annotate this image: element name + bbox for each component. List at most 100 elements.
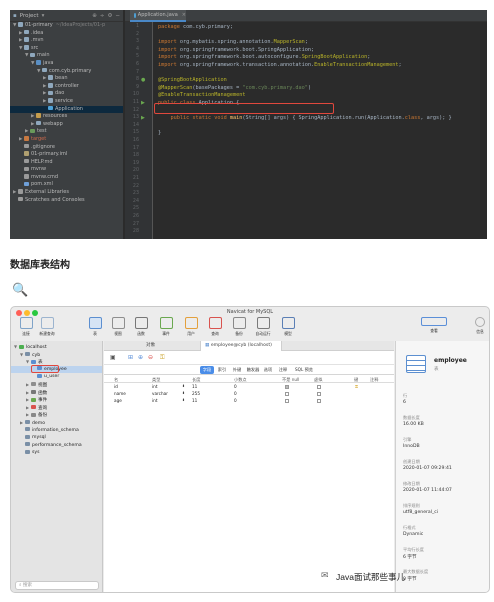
run-gutter-icon[interactable]: ▶ [141,100,145,106]
field-type-cell[interactable]: int [152,383,157,390]
tree-item[interactable]: ▼ java [10,60,123,68]
connection-tree-item[interactable]: mysql [11,434,102,442]
add-field-icon[interactable]: ⊞ [128,354,133,361]
type-stepper[interactable]: ⬍ [182,390,185,397]
main-tab[interactable]: ▦ employee@cyb (localhost) [200,341,282,351]
new-query-toolbar-button[interactable]: 新建查询 [38,317,56,337]
designer-subtab[interactable]: 注释 [277,366,289,374]
connection-tree-item[interactable]: u_user [11,373,102,381]
field-length-cell[interactable]: 255 [192,390,200,397]
type-stepper[interactable]: ⬍ [182,397,185,404]
tree-item[interactable]: mvnw.cmd [10,174,123,182]
delete-field-icon[interactable]: ⊖ [148,354,153,361]
query-toolbar-button[interactable]: 查询 [206,317,224,337]
designer-subtab[interactable]: 字段 [200,366,214,374]
virtual-checkbox[interactable] [317,397,321,404]
tree-item[interactable]: ▶ test [10,128,123,136]
minus-icon[interactable]: − [115,13,120,19]
connection-tree-item[interactable]: ▶ 函数 [11,389,102,397]
connection-tree-item[interactable]: sys [11,449,102,457]
not-null-checkbox[interactable] [285,397,289,404]
target-icon[interactable]: ⊕ [92,13,97,19]
field-length-cell[interactable]: 11 [192,397,197,404]
tree-item[interactable]: .gitignore [10,144,123,152]
field-name-cell[interactable]: age [114,397,122,404]
sidebar-search-input[interactable]: ⌕ 搜索 [15,581,99,590]
field-decimal-cell[interactable]: 0 [234,397,237,404]
virtual-checkbox[interactable] [317,383,321,390]
field-row[interactable]: age int ⬍ 11 0 [104,397,394,404]
view-toggle-toolbar-button[interactable]: 查看 [419,317,449,334]
model-toolbar-button[interactable]: 模型 [279,317,297,337]
event-toolbar-button[interactable]: 事件 [157,317,175,337]
field-row[interactable]: name varchar ⬍ 255 0 [104,390,394,397]
split-icon[interactable]: ÷ [100,13,105,19]
bean-gutter-icon[interactable]: ● [141,77,145,83]
field-type-cell[interactable]: int [152,397,157,404]
designer-subtab[interactable]: 选项 [262,366,274,374]
tree-item[interactable]: HELP.md [10,159,123,167]
designer-subtab[interactable]: SQL 预览 [292,366,316,374]
connection-tree-item[interactable]: ▼ cyb [11,351,102,359]
tab-application-java[interactable]: Application.java × [130,10,186,22]
user-toolbar-button[interactable]: 用户 [182,317,200,337]
tree-item[interactable]: ▼ main [10,52,123,60]
connection-tree-item[interactable]: ▶ 视图 [11,381,102,389]
code-editor[interactable]: Application.java × 1 2 3 4 5 6 7 8 9 10 11 12 13 14 15… [125,10,487,239]
dropdown-icon[interactable]: ▾ [42,13,45,19]
field-decimal-cell[interactable]: 0 [234,390,237,397]
tree-item[interactable]: ▼ 01-primary ~/IdeaProjects/01-p [10,22,123,30]
tree-item[interactable]: pom.xml [10,181,123,189]
designer-subtab[interactable]: 索引 [216,366,228,374]
project-view-label[interactable]: Project [20,13,39,19]
tree-item[interactable]: ▼ src [10,45,123,53]
tree-item[interactable]: Application [10,105,123,114]
tree-item[interactable]: ▶ dao [10,90,123,98]
tree-item[interactable]: 01-primary.iml [10,151,123,159]
automation-toolbar-button[interactable]: 自动运行 [254,317,272,337]
not-null-checkbox[interactable] [285,390,289,397]
tree-item[interactable]: ▶ resources [10,113,123,121]
connection-tree-item[interactable]: employee [11,365,102,374]
view-toolbar-button[interactable]: 视图 [109,317,127,337]
tree-item[interactable]: ▶ target [10,136,123,144]
function-toolbar-button[interactable]: 函数 [132,317,150,337]
insert-field-icon[interactable]: ⊕ [138,354,143,361]
primary-key-icon[interactable]: ⚿ [160,354,165,362]
connection-tree-item[interactable]: ▼ localhost [11,343,102,351]
table-toolbar-button[interactable]: 表 [86,317,104,337]
connection-tree-item[interactable]: ▶ demo [11,419,102,427]
designer-subtab[interactable]: 外键 [231,366,243,374]
backup-toolbar-button[interactable]: 备份 [230,317,248,337]
virtual-checkbox[interactable] [317,390,321,397]
field-name-cell[interactable]: id [114,383,118,390]
type-stepper[interactable]: ⬍ [182,383,185,390]
field-decimal-cell[interactable]: 0 [234,383,237,390]
close-icon[interactable]: × [182,12,186,18]
not-null-checkbox[interactable] [285,383,289,390]
tree-item[interactable]: ▶ controller [10,83,123,91]
connection-tree-item[interactable]: performance_schema [11,442,102,450]
field-row[interactable]: id int ⬍ 11 0 ⚿ [104,383,394,390]
main-tab[interactable]: 对象 [142,341,159,351]
tree-item[interactable]: ▶ webapp [10,121,123,129]
project-panel-header[interactable]: ▪ Project ▾ ⊕ ÷ ⚙ − [10,10,123,22]
field-name-cell[interactable]: name [114,390,126,397]
tree-item[interactable]: mvnw [10,166,123,174]
connection-tree-item[interactable]: information_schema [11,427,102,435]
info-avatar-toolbar-button[interactable]: 信息 [471,317,489,335]
tree-item[interactable]: Scratches and Consoles [10,197,123,205]
run-main-gutter-icon[interactable]: ▶ [141,115,145,121]
tree-item[interactable]: ▶ service [10,98,123,106]
designer-subtab[interactable]: 触发器 [246,366,260,374]
tree-item[interactable]: ▶ bean [10,75,123,83]
connection-toolbar-button[interactable]: 连接 [17,317,35,337]
tree-item[interactable]: ▶ .idea [10,30,123,38]
field-length-cell[interactable]: 11 [192,383,197,390]
connection-tree-item[interactable]: ▶ 备份 [11,411,102,419]
gear-icon[interactable]: ⚙ [107,13,112,19]
save-icon[interactable]: ▣ [110,354,116,361]
connection-tree-item[interactable]: ▶ 事件 [11,396,102,404]
field-type-cell[interactable]: varchar [152,390,168,397]
tree-item[interactable]: ▶ External Libraries [10,189,123,197]
